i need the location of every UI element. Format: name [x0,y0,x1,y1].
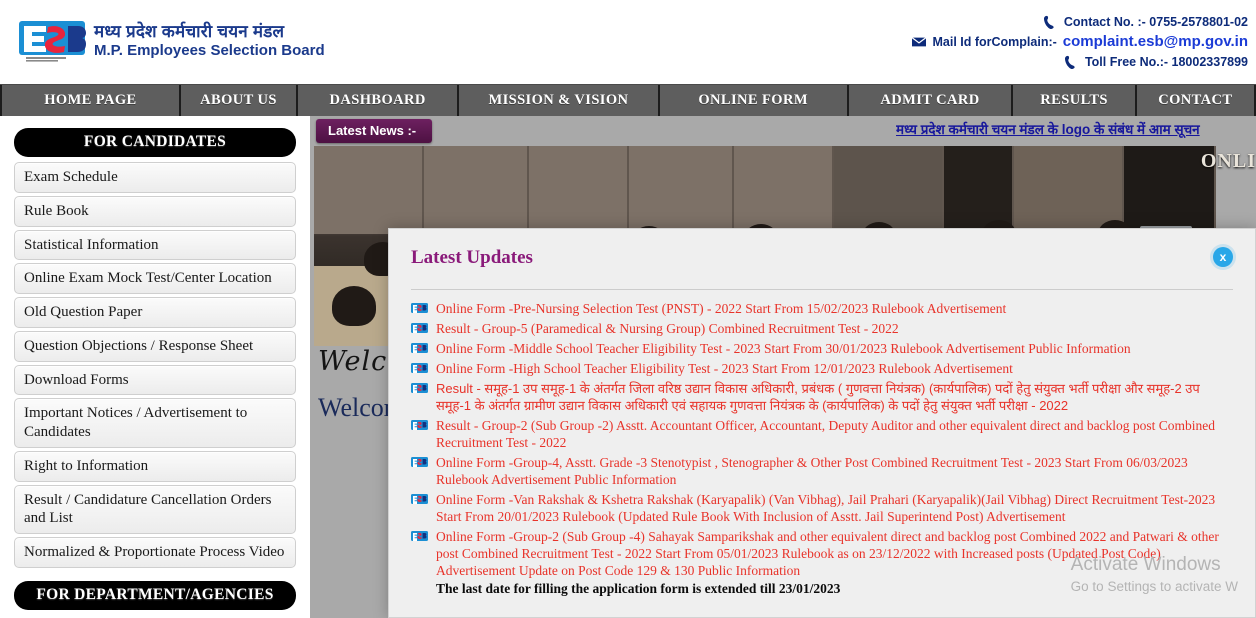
update-text[interactable]: Online Form -Group-4, Asstt. Grade -3 St… [436,454,1237,488]
list-item[interactable]: Result - Group-2 (Sub Group -2) Asstt. A… [411,417,1237,451]
banner-online-badge: ONLI [1200,150,1256,172]
esb-bullet-icon [411,494,428,504]
list-item[interactable]: Online Form -Pre-Nursing Selection Test … [411,300,1237,317]
sidebar-item-important-notices[interactable]: Important Notices / Advertisement to Can… [14,398,296,448]
esb-bullet-icon [411,303,428,313]
sidebar-item-right-to-information[interactable]: Right to Information [14,450,296,482]
logo-english-title: M.P. Employees Selection Board [94,41,325,59]
modal-body: Online Form -Pre-Nursing Selection Test … [389,290,1255,597]
esb-bullet-icon [411,457,428,467]
site-logo[interactable]: मध्य प्रदेश कर्मचारी चयन मंडल M.P. Emplo… [18,20,325,62]
update-text[interactable]: Online Form -Van Rakshak & Kshetra Raksh… [436,491,1237,525]
latest-news-bar: Latest News :- मध्य प्रदेश कर्मचारी चयन … [310,116,1256,146]
nav-item-admit-card[interactable]: ADMIT CARD [849,85,1014,116]
list-item[interactable]: Online Form -Group-2 (Sub Group -4) Saha… [411,528,1237,597]
latest-news-marquee[interactable]: मध्य प्रदेश कर्मचारी चयन मंडल के logo के… [896,120,1256,138]
update-note: The last date for filling the applicatio… [436,581,841,596]
logo-hindi-title: मध्य प्रदेश कर्मचारी चयन मंडल [94,21,285,41]
nav-item-results[interactable]: RESULTS [1013,85,1137,116]
esb-bullet-icon [411,343,428,353]
site-header: मध्य प्रदेश कर्मचारी चयन मंडल M.P. Emplo… [0,0,1256,84]
sidebar-title-for-candidates: FOR CANDIDATES [14,128,296,157]
header-contact-block: Contact No. :- 0755-2578801-02 Mail Id f… [912,12,1248,72]
contact-tollfree-label: Toll Free No.:- 18002337899 [1084,55,1248,69]
phone-icon [1064,55,1075,69]
list-item[interactable]: Online Form -Middle School Teacher Eligi… [411,340,1237,357]
modal-title: Latest Updates [411,247,533,268]
sidebar-item-old-question-paper[interactable]: Old Question Paper [14,297,296,328]
esb-bullet-icon [411,363,428,373]
esb-bullet-icon [411,323,428,333]
update-text[interactable]: Online Form -Group-2 (Sub Group -4) Saha… [436,529,1219,578]
sidebar-item-mock-test-center[interactable]: Online Exam Mock Test/Center Location [14,263,296,294]
logo-text: मध्य प्रदेश कर्मचारी चयन मंडल M.P. Emplo… [94,21,325,59]
contact-phone-label: Contact No. :- 0755-2578801-02 [1063,15,1248,29]
sidebar-item-normalized-process-video[interactable]: Normalized & Proportionate Process Video [14,537,296,568]
sidebar-title-for-department: FOR DEPARTMENT/AGENCIES [14,580,296,610]
nav-item-contact[interactable]: CONTACT [1137,85,1256,116]
close-icon[interactable]: x [1213,247,1233,267]
esb-bullet-icon [411,420,428,430]
main-navigation: HOME PAGE ABOUT US DASHBOARD MISSION & V… [0,84,1256,116]
contact-phone-row: Contact No. :- 0755-2578801-02 [912,12,1248,32]
modal-header: Latest Updates x [389,229,1255,279]
list-item[interactable]: Result - समूह-1 उप समूह-1 के अंतर्गत जिल… [411,380,1237,414]
sidebar-item-download-forms[interactable]: Download Forms [14,364,296,396]
sidebar-item-exam-schedule[interactable]: Exam Schedule [14,162,296,193]
update-text[interactable]: Result - समूह-1 उप समूह-1 के अंतर्गत जिल… [436,380,1237,414]
update-text[interactable]: Result - Group-5 (Paramedical & Nursing … [436,320,899,337]
nav-item-dashboard[interactable]: DASHBOARD [298,85,460,116]
nav-item-about-us[interactable]: ABOUT US [181,85,299,116]
update-text[interactable]: Result - Group-2 (Sub Group -2) Asstt. A… [436,417,1237,451]
contact-mail-value[interactable]: complaint.esb@mp.gov.in [1063,32,1248,52]
contact-mail-row: Mail Id forComplain:- complaint.esb@mp.g… [912,32,1248,52]
latest-news-label: Latest News :- [316,119,433,143]
contact-tollfree-row: Toll Free No.:- 18002337899 [912,52,1248,72]
sidebar-item-question-objections[interactable]: Question Objections / Response Sheet [14,330,296,362]
sidebar-item-rule-book[interactable]: Rule Book [14,195,296,227]
nav-item-online-form[interactable]: ONLINE FORM [660,85,849,116]
phone-icon [1043,15,1054,29]
nav-item-home-page[interactable]: HOME PAGE [0,85,181,116]
latest-updates-modal: Latest Updates x Online Form -Pre-Nursin… [388,228,1256,618]
update-text[interactable]: Online Form -High School Teacher Eligibi… [436,360,1013,377]
list-item[interactable]: Online Form -Van Rakshak & Kshetra Raksh… [411,491,1237,525]
sidebar-item-statistical-information[interactable]: Statistical Information [14,229,296,261]
list-item[interactable]: Result - Group-5 (Paramedical & Nursing … [411,320,1237,337]
contact-mail-label: Mail Id forComplain:- [932,35,1057,49]
list-item[interactable]: Online Form -High School Teacher Eligibi… [411,360,1237,377]
esb-bullet-icon [411,531,428,541]
update-text[interactable]: Online Form -Middle School Teacher Eligi… [436,340,1131,357]
left-sidebar: FOR CANDIDATES Exam Schedule Rule Book S… [0,116,310,618]
esb-logo-icon [18,20,86,62]
mail-icon [912,37,927,47]
nav-item-mission-vision[interactable]: MISSION & VISION [459,85,660,116]
esb-bullet-icon [411,383,428,393]
list-item[interactable]: Online Form -Group-4, Asstt. Grade -3 St… [411,454,1237,488]
sidebar-item-candidature-cancellation[interactable]: Result / Candidature Cancellation Orders… [14,484,296,534]
update-text[interactable]: Online Form -Pre-Nursing Selection Test … [436,300,1006,317]
